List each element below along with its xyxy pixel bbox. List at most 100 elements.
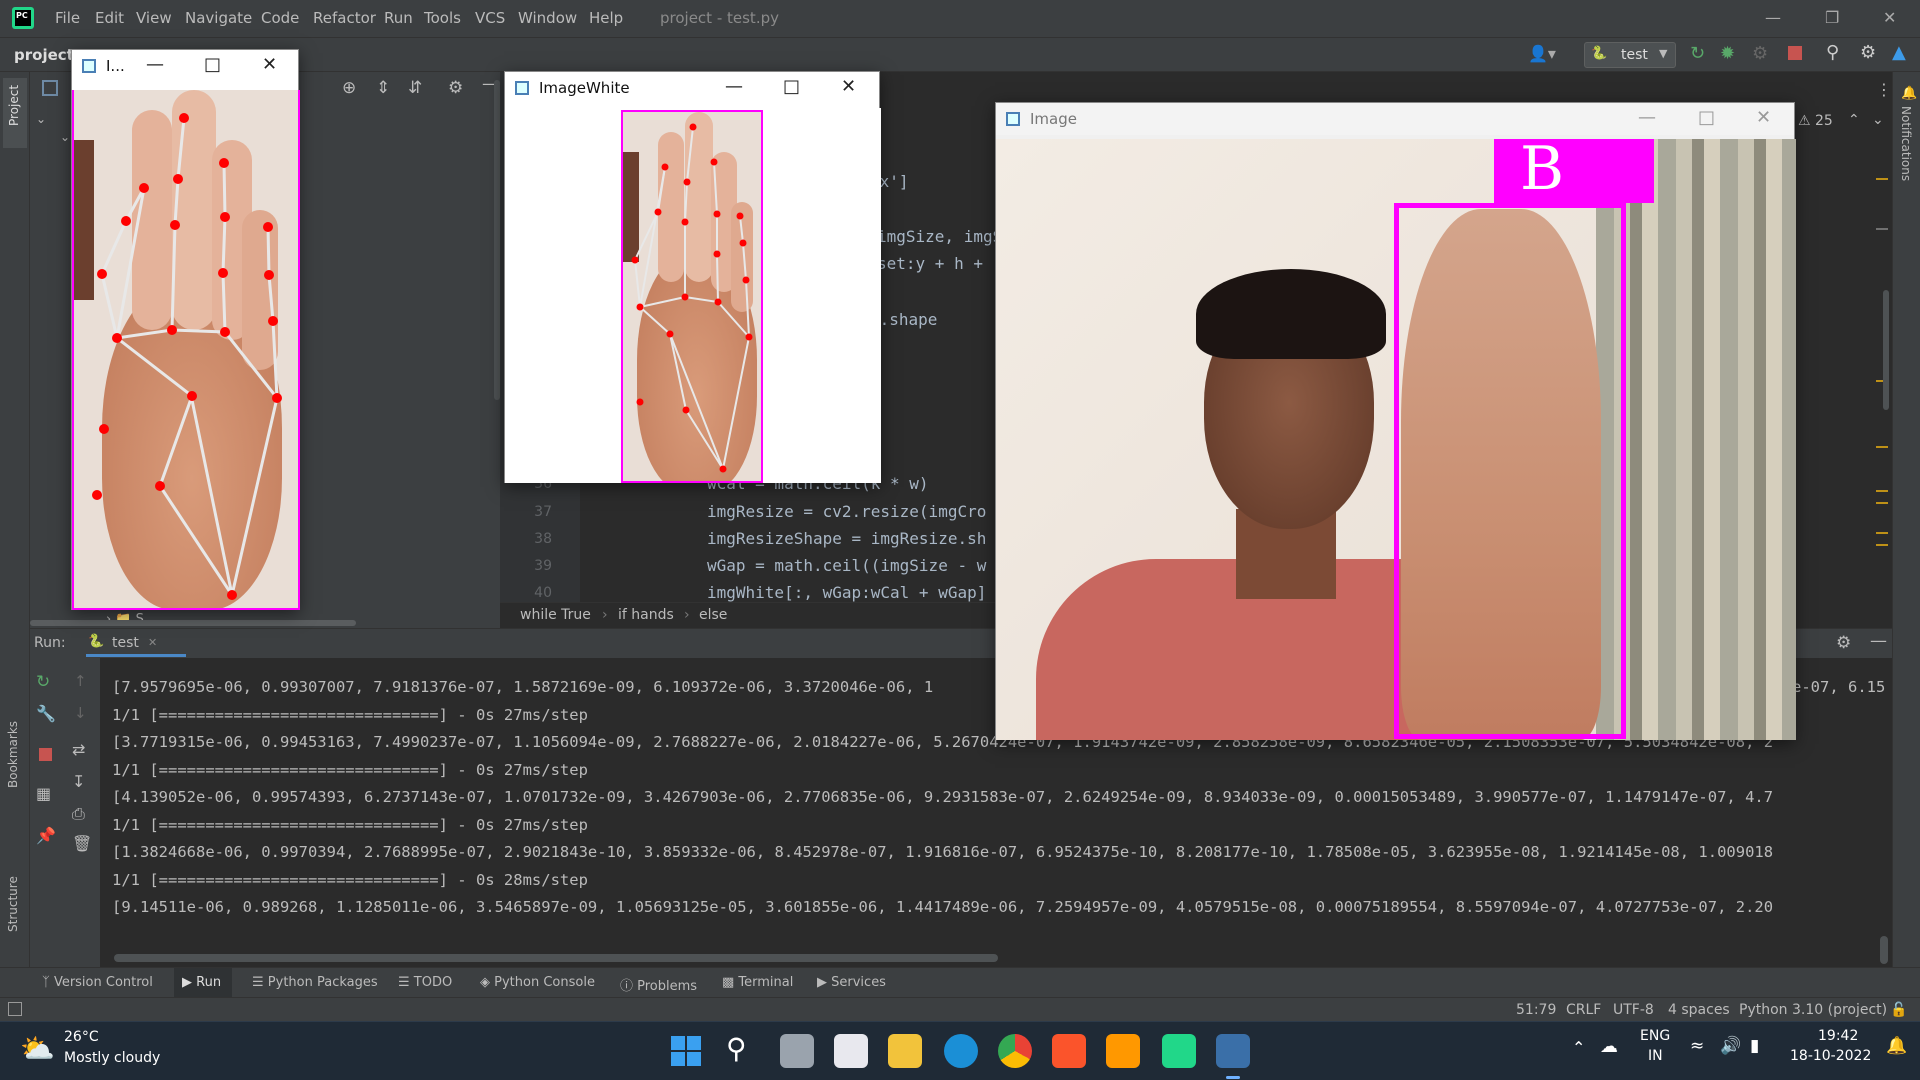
stop-icon[interactable] bbox=[39, 748, 52, 761]
breadcrumb-item[interactable]: else bbox=[699, 607, 727, 623]
close-icon[interactable]: ✕ bbox=[1756, 107, 1771, 128]
run-tab-test[interactable]: 🐍 test ✕ bbox=[86, 631, 186, 657]
weather-text[interactable]: Mostly cloudy bbox=[64, 1050, 160, 1066]
structure-tab[interactable]: Structure bbox=[6, 876, 20, 932]
console-v-scrollbar[interactable] bbox=[1880, 936, 1888, 964]
onedrive-icon[interactable]: ☁ bbox=[1600, 1036, 1618, 1057]
menu-tools[interactable]: Tools bbox=[424, 9, 461, 27]
close-icon[interactable]: ✕ bbox=[841, 76, 856, 97]
project-tool-tab[interactable]: Project bbox=[3, 78, 27, 148]
clock-date[interactable]: 18-10-2022 bbox=[1790, 1048, 1871, 1064]
menu-vcs[interactable]: VCS bbox=[475, 9, 505, 27]
file-encoding[interactable]: UTF-8 bbox=[1613, 1002, 1654, 1018]
image-window-titlebar[interactable]: Image — □ ✕ bbox=[996, 103, 1794, 135]
python-interpreter[interactable]: Python 3.10 (project) bbox=[1739, 1002, 1887, 1018]
maximize-icon[interactable]: □ bbox=[204, 54, 221, 75]
file-explorer-icon[interactable] bbox=[888, 1034, 922, 1068]
menu-run[interactable]: Run bbox=[384, 9, 413, 27]
menu-code[interactable]: Code bbox=[261, 9, 299, 27]
breadcrumb-item[interactable]: if hands bbox=[618, 607, 674, 623]
pin-icon[interactable]: 📌 bbox=[36, 826, 56, 845]
bookmarks-tab[interactable]: Bookmarks bbox=[6, 721, 20, 788]
crop-window[interactable]: I... — □ ✕ bbox=[71, 49, 300, 610]
edge-icon[interactable] bbox=[944, 1034, 978, 1068]
tab-version-control[interactable]: ᛉ Version Control bbox=[42, 975, 153, 990]
settings-icon[interactable]: ⚙ bbox=[1860, 42, 1876, 63]
start-icon[interactable] bbox=[669, 1034, 703, 1068]
gear-icon[interactable]: ⚙ bbox=[1836, 633, 1851, 653]
tray-chevron-icon[interactable]: ⌃ bbox=[1572, 1038, 1585, 1057]
user-icon[interactable]: 👤▾ bbox=[1528, 44, 1556, 63]
battery-icon[interactable]: ▮ bbox=[1750, 1036, 1759, 1056]
more-options-icon[interactable]: ⋮ bbox=[1876, 80, 1892, 99]
menu-view[interactable]: View bbox=[136, 9, 172, 27]
tab-services[interactable]: ▶ Services bbox=[817, 975, 886, 990]
project-label[interactable]: project bbox=[14, 46, 74, 64]
tab-run[interactable]: ▶ Run bbox=[182, 975, 221, 990]
scroll-to-end-icon[interactable]: ↧ bbox=[72, 772, 85, 791]
search-icon[interactable]: ⚲ bbox=[1826, 42, 1839, 63]
crop-window-titlebar[interactable]: I... — □ ✕ bbox=[72, 50, 298, 82]
notification-center-icon[interactable]: 🔔 bbox=[1886, 1036, 1907, 1056]
image-window[interactable]: Image — □ ✕ B bbox=[995, 102, 1796, 740]
minimize-icon[interactable]: — bbox=[1765, 8, 1781, 27]
rerun-icon[interactable]: ↻ bbox=[1690, 43, 1705, 64]
collapse-all-icon[interactable]: ⇵ bbox=[408, 78, 422, 98]
gear-icon[interactable]: ⚙ bbox=[448, 78, 463, 98]
menu-edit[interactable]: Edit bbox=[95, 9, 124, 27]
sublime-icon[interactable] bbox=[1106, 1034, 1140, 1068]
search-icon[interactable]: ⚲ bbox=[726, 1032, 747, 1065]
menu-file[interactable]: File bbox=[55, 9, 80, 27]
restore-icon[interactable]: ❐ bbox=[1825, 8, 1839, 27]
vertical-scrollbar[interactable] bbox=[1883, 290, 1889, 410]
brave-icon[interactable] bbox=[1052, 1034, 1086, 1068]
indent-setting[interactable]: 4 spaces bbox=[1668, 1002, 1730, 1018]
tab-terminal[interactable]: ▩ Terminal bbox=[722, 975, 793, 990]
minimize-icon[interactable]: — bbox=[146, 54, 164, 75]
collapse-arrow-icon[interactable]: ⌄ bbox=[60, 130, 70, 144]
maximize-icon[interactable]: □ bbox=[783, 76, 800, 97]
stop-icon[interactable] bbox=[1788, 46, 1802, 60]
up-arrow-icon[interactable]: ↑ bbox=[74, 672, 87, 690]
chrome-icon[interactable] bbox=[998, 1034, 1032, 1068]
lock-icon[interactable]: 🔓 bbox=[1890, 1002, 1907, 1018]
menu-refactor[interactable]: Refactor bbox=[313, 9, 376, 27]
horizontal-scrollbar[interactable] bbox=[30, 620, 356, 626]
menu-help[interactable]: Help bbox=[589, 9, 623, 27]
close-icon[interactable]: ✕ bbox=[1883, 8, 1896, 27]
maximize-icon[interactable]: □ bbox=[1698, 107, 1715, 128]
console-h-scrollbar[interactable] bbox=[114, 954, 998, 962]
language-code[interactable]: ENG bbox=[1640, 1028, 1670, 1044]
close-icon[interactable]: ✕ bbox=[262, 54, 277, 75]
caret-position[interactable]: 51:79 bbox=[1516, 1002, 1556, 1018]
collapse-arrow-icon[interactable]: ⌄ bbox=[36, 112, 46, 126]
imagewhite-titlebar[interactable]: ImageWhite — □ ✕ bbox=[505, 72, 879, 104]
tab-python-console[interactable]: ◈ Python Console bbox=[480, 975, 595, 990]
imagewhite-window[interactable]: ImageWhite — □ ✕ bbox=[504, 71, 881, 483]
trash-icon[interactable]: 🗑 bbox=[72, 834, 92, 853]
notifications-bell-icon[interactable]: 🔔 bbox=[1901, 86, 1917, 101]
language-region[interactable]: IN bbox=[1648, 1048, 1663, 1064]
layout-icon[interactable]: ▦ bbox=[36, 784, 51, 803]
panel-toggle-icon[interactable] bbox=[8, 1002, 22, 1016]
run-config-select[interactable]: 🐍 test ▼ bbox=[1584, 42, 1676, 68]
panel-layout-icon[interactable] bbox=[42, 80, 58, 96]
tab-todo[interactable]: ☰ TODO bbox=[398, 975, 452, 990]
jetbrains-ai-icon[interactable]: ▲ bbox=[1892, 42, 1906, 63]
down-arrow-icon[interactable]: ↓ bbox=[74, 704, 87, 722]
panel-scrollbar[interactable] bbox=[494, 80, 500, 400]
tab-problems[interactable]: ⓘ Problems bbox=[620, 975, 697, 994]
menu-navigate[interactable]: Navigate bbox=[185, 9, 252, 27]
volume-icon[interactable]: 🔊 bbox=[1720, 1036, 1741, 1056]
hide-icon[interactable]: — bbox=[1870, 631, 1887, 651]
coverage-icon[interactable]: ⚙ bbox=[1752, 43, 1768, 64]
clock-time[interactable]: 19:42 bbox=[1818, 1028, 1858, 1044]
task-view-icon[interactable] bbox=[780, 1034, 814, 1068]
expand-all-icon[interactable]: ⇕ bbox=[376, 78, 390, 98]
rerun-icon[interactable]: ↻ bbox=[36, 672, 50, 692]
pycharm-taskbar-icon[interactable] bbox=[1162, 1034, 1196, 1068]
print-icon[interactable]: ⎙ bbox=[72, 804, 85, 824]
debug-icon[interactable]: ✹ bbox=[1720, 43, 1735, 64]
minimize-icon[interactable]: — bbox=[1638, 107, 1656, 128]
close-tab-icon[interactable]: ✕ bbox=[148, 636, 157, 649]
